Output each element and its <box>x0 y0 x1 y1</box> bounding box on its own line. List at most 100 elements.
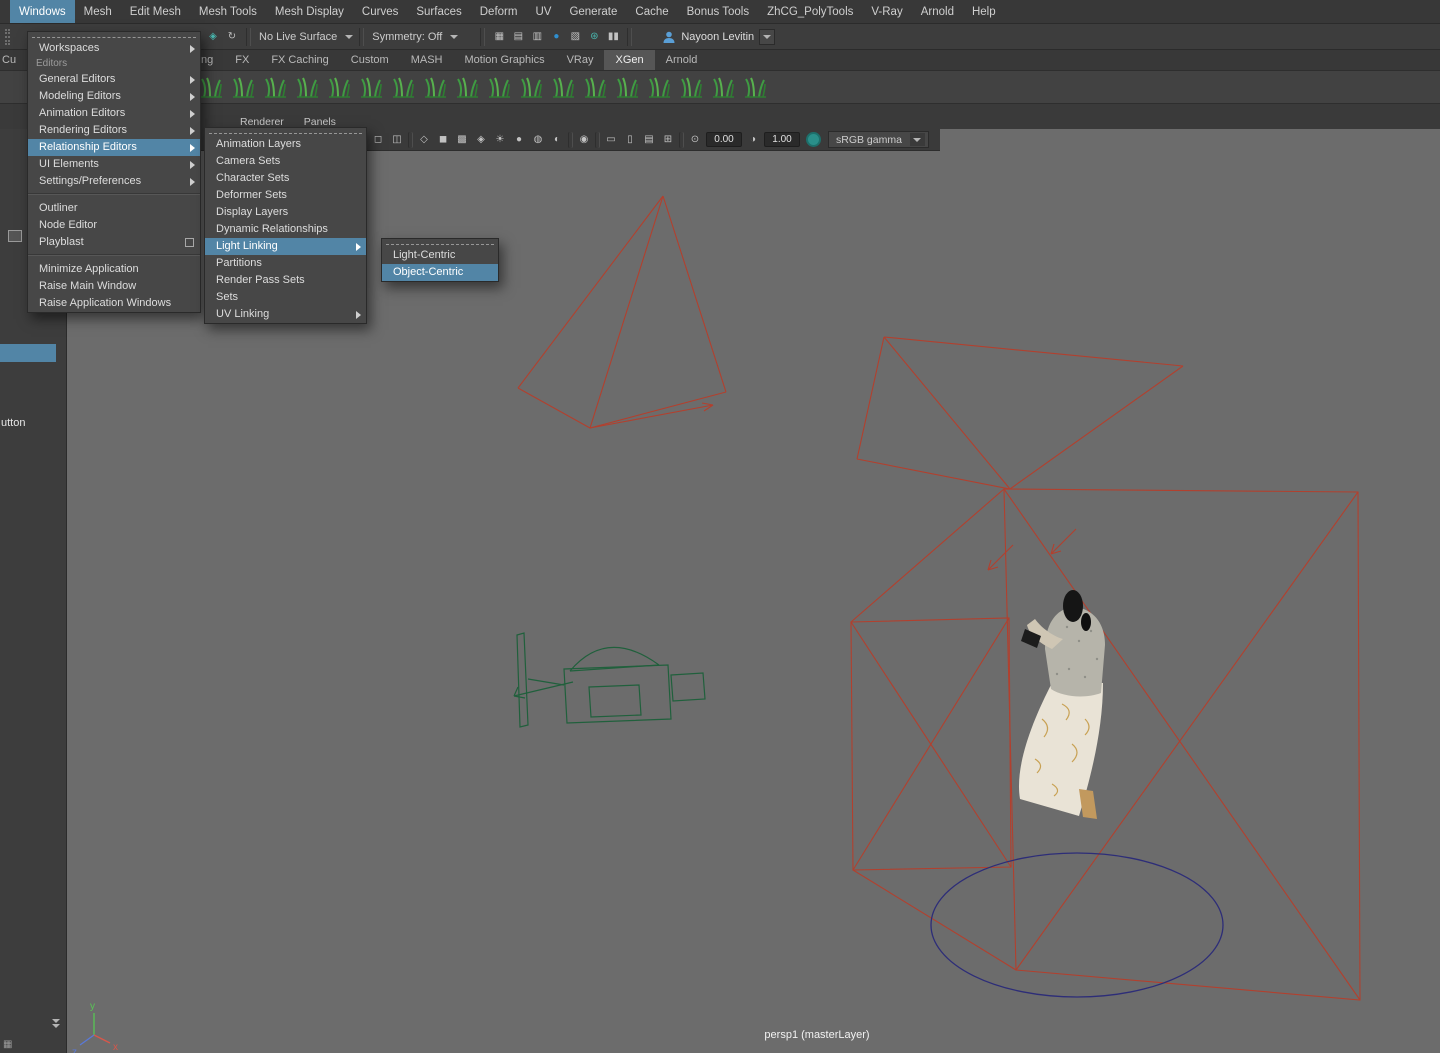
menu-item[interactable]: General Editors <box>28 71 200 88</box>
exposure-field[interactable]: 0.00 <box>706 132 742 147</box>
render-ball-icon[interactable]: ● <box>548 29 564 45</box>
film-gate-icon[interactable]: ▭ <box>603 132 619 148</box>
menu-item[interactable]: Partitions <box>205 255 366 272</box>
shelf-tab[interactable]: Arnold <box>655 50 709 70</box>
isolate-select-icon[interactable]: ◉ <box>576 132 592 148</box>
xgen-grass-preset-icon[interactable] <box>581 73 609 101</box>
toolbar-grip-icon[interactable] <box>5 29 10 45</box>
gamma-icon[interactable]: ◑ <box>745 132 761 148</box>
menu-item[interactable]: Animation Layers <box>205 136 366 153</box>
xgen-grass-preset-icon[interactable] <box>549 73 577 101</box>
viewport-toolbar-icon[interactable] <box>408 131 413 148</box>
wireframe-on-shaded-icon[interactable]: ◈ <box>473 132 489 148</box>
menubar-item[interactable]: Mesh <box>75 0 121 23</box>
menubar-item[interactable]: Mesh Display <box>266 0 353 23</box>
menu-item[interactable]: UV Linking <box>205 306 366 323</box>
shaded-display-icon[interactable]: ◼ <box>435 132 451 148</box>
xgen-grass-preset-icon[interactable] <box>677 73 705 101</box>
menu-tearoff-handle[interactable] <box>32 32 196 38</box>
xgen-grass-preset-icon[interactable] <box>485 73 513 101</box>
checkbox-icon[interactable] <box>185 237 194 247</box>
view-transform-dropdown[interactable]: sRGB gamma <box>828 131 929 148</box>
menubar-item[interactable]: Help <box>963 0 1005 23</box>
sidebar-button-fragment[interactable]: utton <box>1 417 25 429</box>
shelf-tab[interactable]: FX Caching <box>260 50 339 70</box>
menu-item[interactable]: Character Sets <box>205 170 366 187</box>
menu-item[interactable]: Workspaces <box>28 40 200 57</box>
shelf-tab[interactable]: Motion Graphics <box>453 50 555 70</box>
menu-item[interactable]: Raise Application Windows <box>28 295 200 312</box>
character-model[interactable] <box>1018 590 1105 819</box>
user-menu-caret[interactable] <box>759 28 776 45</box>
xgen-grass-preset-icon[interactable] <box>293 73 321 101</box>
user-account-menu[interactable]: Nayoon Levitin <box>662 28 776 45</box>
xgen-grass-preset-icon[interactable] <box>645 73 673 101</box>
four-pane-layout-icon[interactable]: ◫ <box>389 132 405 148</box>
menu-item[interactable]: Rendering Editors <box>28 122 200 139</box>
xgen-grass-preset-icon[interactable] <box>421 73 449 101</box>
menu-item[interactable]: Object-Centric <box>382 264 498 281</box>
exposure-icon[interactable]: ⊙ <box>687 132 703 148</box>
menubar-item[interactable]: Surfaces <box>407 0 470 23</box>
shelf-tab[interactable]: Custom <box>340 50 400 70</box>
menu-item[interactable]: Raise Main Window <box>28 278 200 295</box>
menu-item[interactable]: Render Pass Sets <box>205 272 366 289</box>
construction-history-icon[interactable]: ↻ <box>224 29 240 45</box>
single-pane-layout-icon[interactable]: ◻ <box>370 132 386 148</box>
xgen-grass-preset-icon[interactable] <box>613 73 641 101</box>
all-lights-icon[interactable]: ☀ <box>492 132 508 148</box>
menu-item[interactable]: Sets <box>205 289 366 306</box>
xgen-grass-preset-icon[interactable] <box>357 73 385 101</box>
menu-item[interactable]: Display Layers <box>205 204 366 221</box>
area-light-frustum-wireframe[interactable] <box>850 488 1361 1001</box>
spotlight-wireframe-1[interactable] <box>517 195 727 429</box>
render-current-frame-icon[interactable]: ▤ <box>510 29 526 45</box>
gate-mask-icon[interactable]: ▤ <box>641 132 657 148</box>
make-live-icon[interactable]: ◈ <box>205 29 221 45</box>
menubar-item[interactable]: Curves <box>353 0 407 23</box>
menu-item[interactable]: Minimize Application <box>28 261 200 278</box>
menubar-item[interactable]: UV <box>526 0 560 23</box>
menubar-item[interactable]: Cache <box>626 0 677 23</box>
symmetry-dropdown[interactable]: Symmetry: Off <box>370 31 444 43</box>
xgen-grass-preset-icon[interactable] <box>741 73 769 101</box>
xgen-grass-preset-icon[interactable] <box>453 73 481 101</box>
menubar-item[interactable]: Edit Mesh <box>121 0 190 23</box>
shelf-tab[interactable]: MASH <box>400 50 454 70</box>
viewport-toolbar-icon[interactable] <box>595 131 600 148</box>
menubar-item[interactable]: Windows <box>10 0 75 23</box>
menubar-item[interactable]: Bonus Tools <box>678 0 758 23</box>
camera-wireframe[interactable] <box>513 632 706 728</box>
menubar-item[interactable]: ZhCG_PolyTools <box>758 0 862 23</box>
menu-item[interactable]: Deformer Sets <box>205 187 366 204</box>
chevron-down-icon[interactable] <box>450 34 459 39</box>
menubar-item[interactable]: V-Ray <box>862 0 911 23</box>
menu-item[interactable]: Relationship Editors <box>28 139 200 156</box>
ambient-occlusion-icon[interactable]: ◍ <box>530 132 546 148</box>
menu-item[interactable]: Light Linking <box>205 238 366 255</box>
sidebar-corner-grid-icon[interactable]: ▦ <box>3 1039 12 1050</box>
shadows-icon[interactable]: ● <box>511 132 527 148</box>
menu-item[interactable]: Settings/Preferences <box>28 173 200 190</box>
motion-blur-icon[interactable]: ◐ <box>549 132 565 148</box>
menu-item[interactable]: Camera Sets <box>205 153 366 170</box>
viewport-toolbar-icon[interactable] <box>568 131 573 148</box>
menu-item[interactable]: Node Editor <box>28 217 200 234</box>
menu-item[interactable]: Dynamic Relationships <box>205 221 366 238</box>
menu-item[interactable]: Animation Editors <box>28 105 200 122</box>
sidebar-selected-item-highlight[interactable] <box>0 344 56 362</box>
chevron-down-icon[interactable] <box>345 34 354 39</box>
wireframe-display-icon[interactable]: ◇ <box>416 132 432 148</box>
sidebar-mini-window-icon[interactable] <box>8 230 22 242</box>
xgen-grass-preset-icon[interactable] <box>517 73 545 101</box>
light-editor-icon[interactable]: ⊛ <box>586 29 602 45</box>
render-view-icon[interactable]: ▦ <box>491 29 507 45</box>
ipr-render-icon[interactable]: ▥ <box>529 29 545 45</box>
shelf-tab[interactable]: FX <box>224 50 260 70</box>
menubar-item[interactable]: Generate <box>560 0 626 23</box>
xgen-grass-preset-icon[interactable] <box>389 73 417 101</box>
viewport-toolbar-icon[interactable] <box>679 131 684 148</box>
render-settings-icon[interactable]: ▧ <box>567 29 583 45</box>
shelf-tab[interactable]: XGen <box>604 50 655 70</box>
xgen-grass-preset-icon[interactable] <box>229 73 257 101</box>
